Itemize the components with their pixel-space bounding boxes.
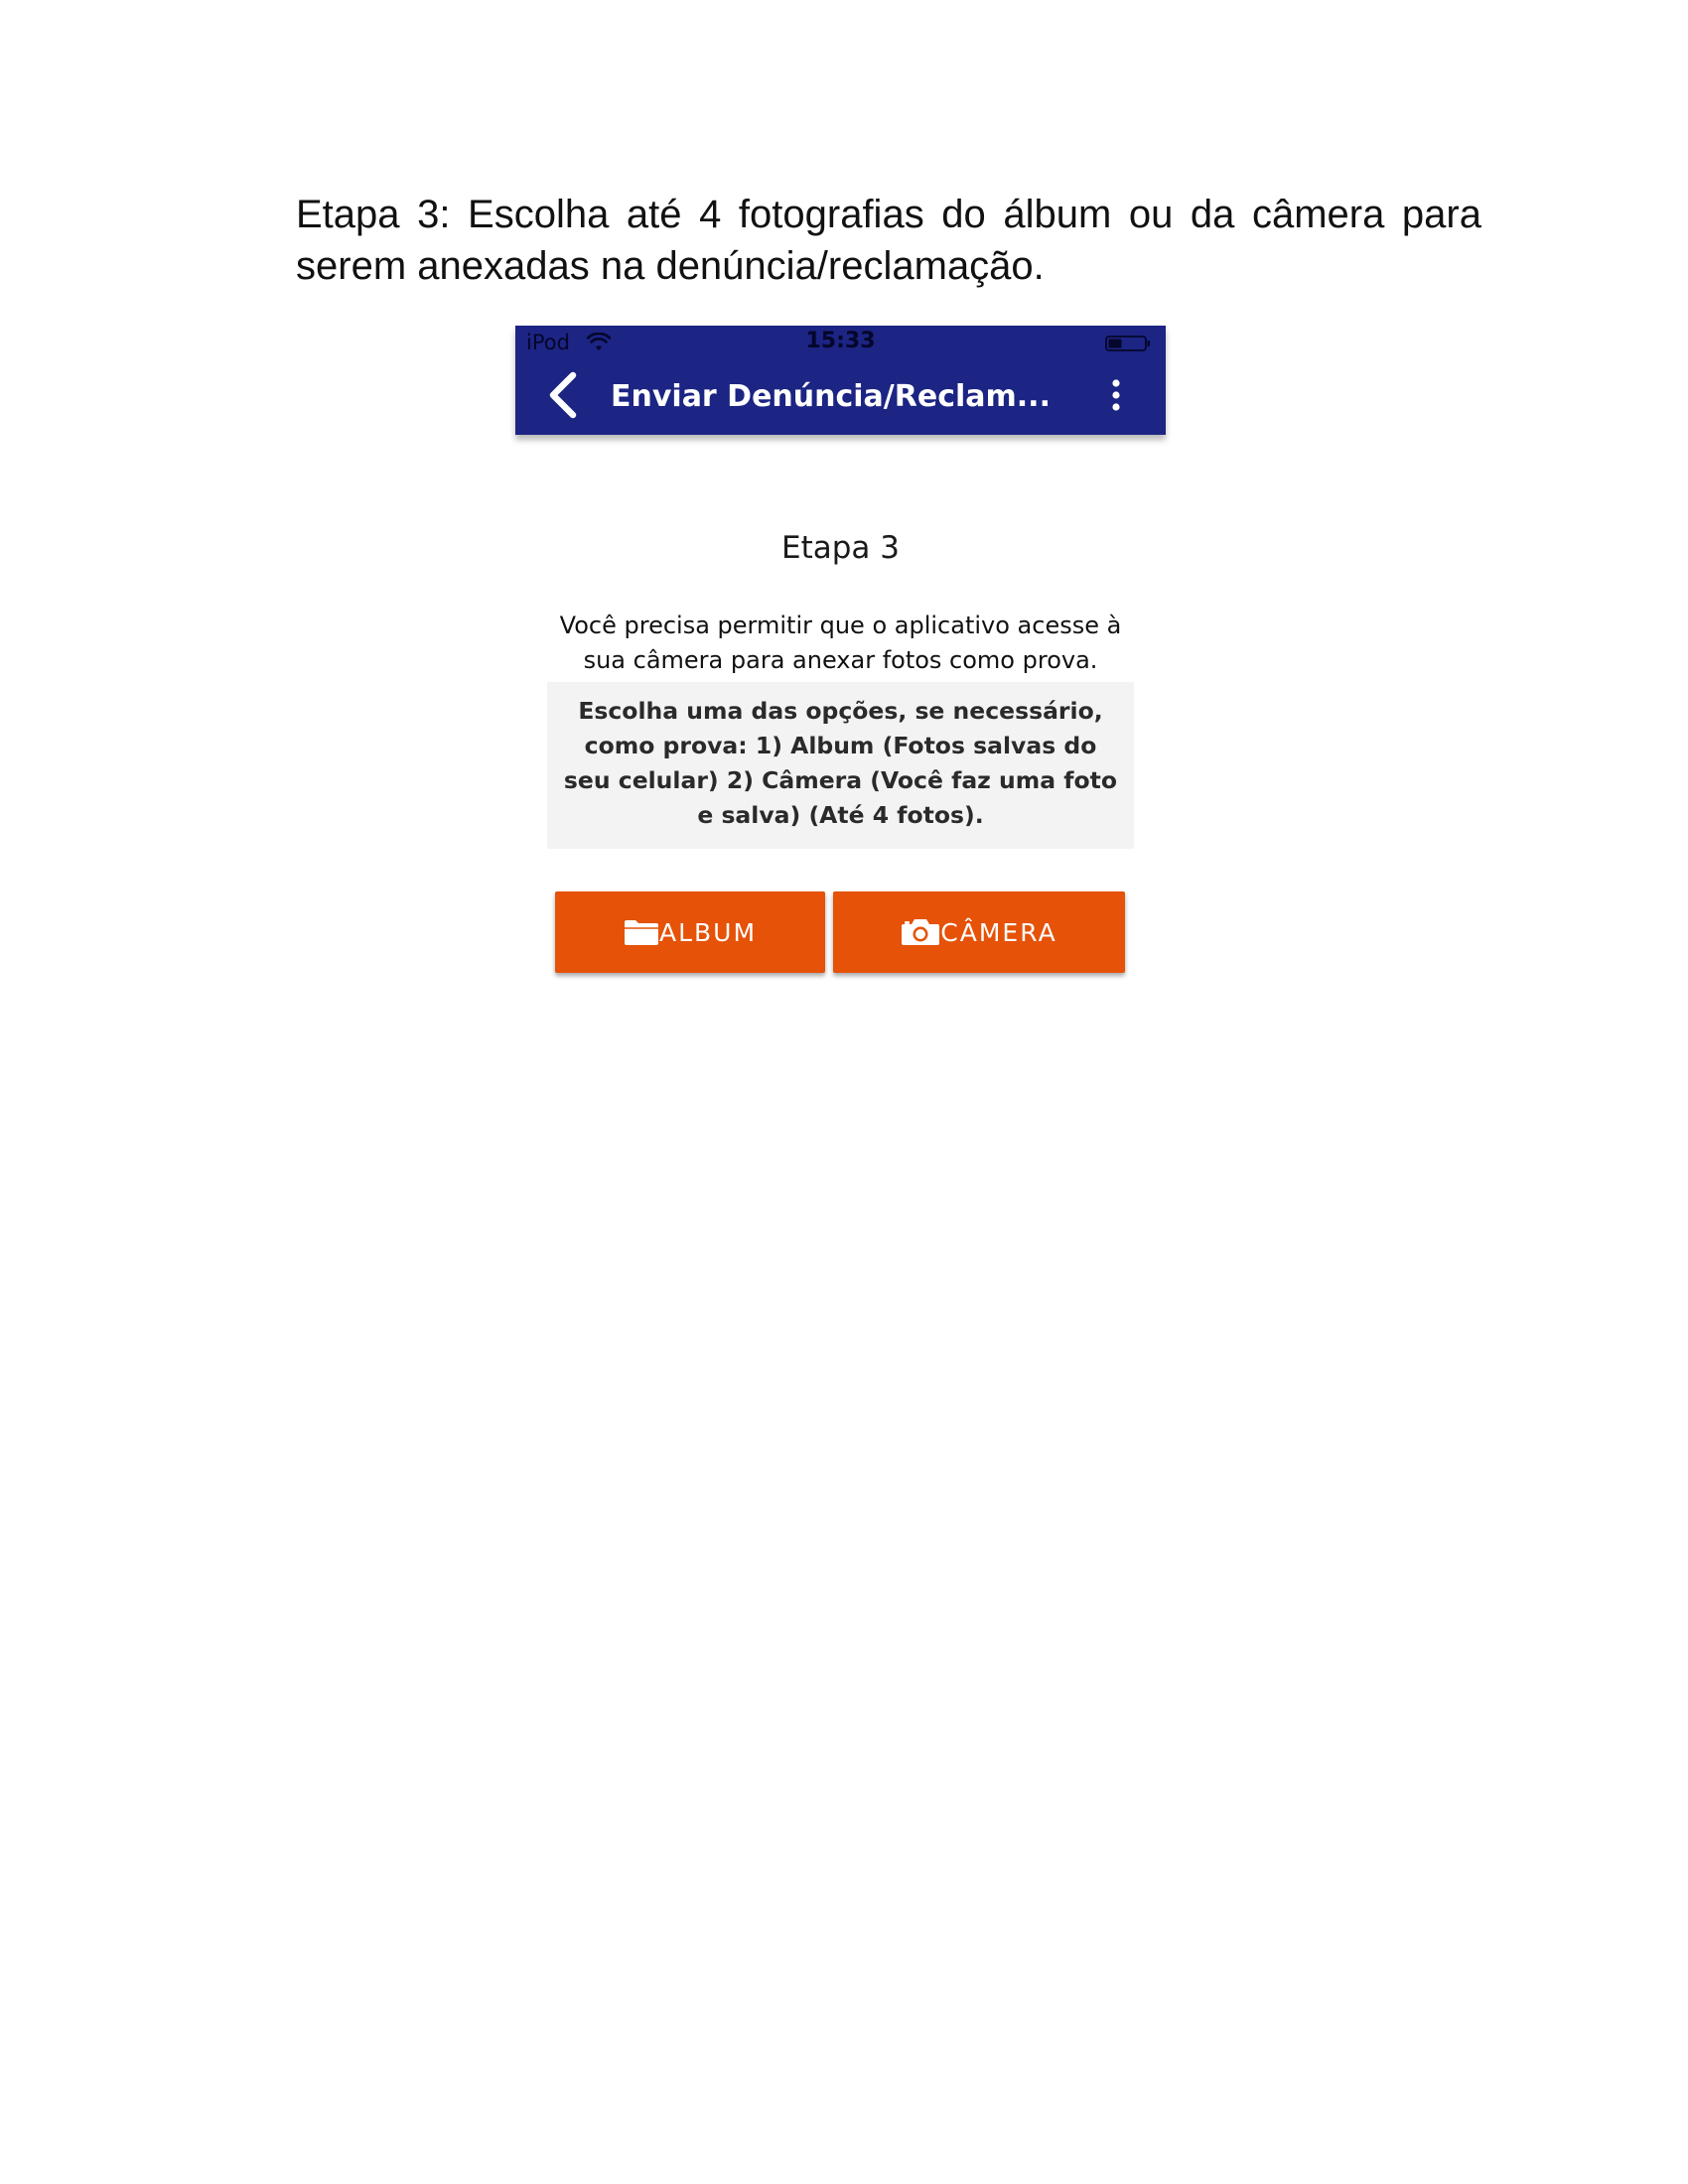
more-vertical-icon <box>1111 378 1121 417</box>
permission-message: Você precisa permitir que o aplicativo a… <box>559 612 1122 674</box>
folder-icon <box>624 918 659 946</box>
app-screenshot: iPod 15:33 Enviar Denúncia/Reclam... Eta… <box>515 326 1166 1001</box>
camera-button[interactable]: CÂMERA <box>833 891 1125 973</box>
step-title: Etapa 3 <box>781 530 900 566</box>
screen-title: Enviar Denúncia/Reclam... <box>611 379 1051 414</box>
camera-icon <box>901 918 940 946</box>
battery-icon <box>1105 336 1151 351</box>
instruction-paragraph: Etapa 3: Escolha até 4 fotografias do ál… <box>296 193 1481 288</box>
info-box-text: Escolha uma das opções, se necessário, c… <box>563 697 1118 829</box>
back-button[interactable] <box>537 369 587 425</box>
app-header: iPod 15:33 Enviar Denúncia/Reclam... <box>515 326 1166 435</box>
status-bar: iPod 15:33 <box>515 326 1166 359</box>
album-button-label: ALBUM <box>658 917 758 947</box>
camera-button-label: CÂMERA <box>940 917 1057 947</box>
album-button[interactable]: ALBUM <box>555 891 825 973</box>
status-time: 15:33 <box>805 329 876 353</box>
overflow-menu-button[interactable] <box>1101 371 1131 423</box>
chevron-left-icon <box>545 371 579 424</box>
info-box: Escolha uma das opções, se necessário, c… <box>547 682 1134 849</box>
